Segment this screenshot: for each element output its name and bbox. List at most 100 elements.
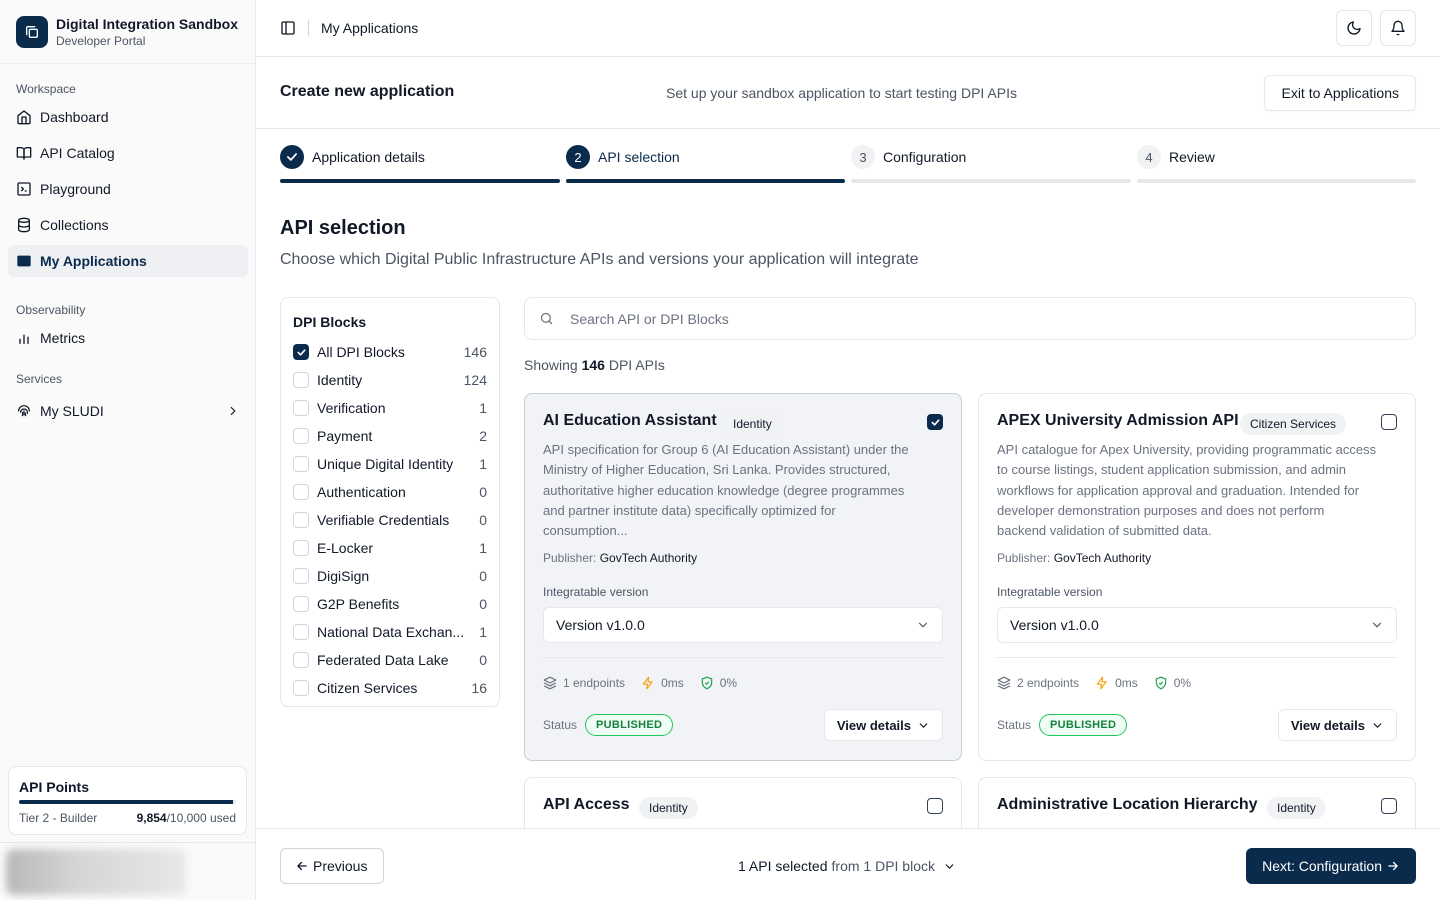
card-divider <box>997 657 1397 658</box>
api-status: Status PUBLISHED <box>543 714 674 736</box>
filter-checkbox[interactable] <box>293 456 309 472</box>
filter-label: E-Locker <box>317 540 374 556</box>
sidebar-item-api-catalog[interactable]: API Catalog <box>8 137 248 169</box>
filter-option[interactable]: Citizen Services 16 <box>293 674 487 702</box>
filter-label: Authentication <box>317 484 406 500</box>
filter-title: DPI Blocks <box>293 314 367 330</box>
moon-icon <box>1346 20 1362 36</box>
sidebar-item-collections[interactable]: Collections <box>8 209 248 241</box>
api-select-checkbox[interactable] <box>1381 798 1397 814</box>
view-details-button[interactable]: View details <box>1277 709 1397 741</box>
next-configuration-button[interactable]: Next: Configuration <box>1246 848 1416 884</box>
filter-option[interactable]: National Data Exchan... 1 <box>293 618 487 646</box>
filter-option[interactable]: E-Locker 1 <box>293 534 487 562</box>
search-input[interactable] <box>570 310 1370 327</box>
api-stats: 2 endpoints 0ms 0% <box>997 676 1207 690</box>
version-select[interactable]: Version v1.0.0 <box>543 607 943 643</box>
filter-checkbox[interactable] <box>293 680 309 696</box>
filter-option[interactable]: All DPI Blocks 146 <box>293 338 487 366</box>
step-progress-bar <box>851 179 1131 183</box>
breadcrumb[interactable]: My Applications <box>321 20 418 36</box>
brand-subtitle: Developer Portal <box>56 33 146 48</box>
section-description: Choose which Digital Public Infrastructu… <box>280 251 919 268</box>
filter-checkbox[interactable] <box>293 344 309 360</box>
sidebar-item-label: Collections <box>40 217 109 233</box>
selection-summary[interactable]: 1 API selected from 1 DPI block <box>738 858 956 874</box>
filter-count: 146 <box>463 344 487 360</box>
api-points-usage: 9,854/10,000 used <box>136 811 236 825</box>
filter-checkbox[interactable] <box>293 652 309 668</box>
notifications-button[interactable] <box>1380 10 1416 46</box>
filter-option[interactable]: Federated Data Lake 0 <box>293 646 487 674</box>
filter-option[interactable]: Authentication 0 <box>293 478 487 506</box>
filter-checkbox[interactable] <box>293 512 309 528</box>
sidebar-toggle-icon[interactable] <box>280 20 296 36</box>
filter-option[interactable]: Unique Digital Identity 1 <box>293 450 487 478</box>
api-points-card: API Points Tier 2 - Builder 9,854/10,000… <box>8 766 247 835</box>
filter-label: Federated Data Lake <box>317 652 449 668</box>
step-application-details[interactable]: Application details <box>280 145 560 183</box>
app-window-icon <box>16 253 32 269</box>
version-select[interactable]: Version v1.0.0 <box>997 607 1397 643</box>
view-details-button[interactable]: View details <box>823 709 943 741</box>
api-card-ai-education-assistant[interactable]: AI Education Assistant Identity API spec… <box>524 393 962 761</box>
filter-option[interactable]: Identity 124 <box>293 366 487 394</box>
filter-checkbox[interactable] <box>293 372 309 388</box>
sidebar-item-my-sludi[interactable]: My SLUDI <box>8 395 248 427</box>
sidebar-item-metrics[interactable]: Metrics <box>8 322 248 354</box>
filter-option[interactable]: G2P Benefits 0 <box>293 590 487 618</box>
nav-group-workspace: Workspace <box>16 82 76 96</box>
step-configuration[interactable]: 3 Configuration <box>851 145 1131 183</box>
api-select-checkbox[interactable] <box>1381 414 1397 430</box>
filter-checkbox[interactable] <box>293 624 309 640</box>
chevron-down-icon <box>935 860 956 873</box>
wizard-footer: Previous 1 API selected from 1 DPI block… <box>256 828 1440 900</box>
api-select-checkbox[interactable] <box>927 414 943 430</box>
filter-checkbox[interactable] <box>293 568 309 584</box>
section-title: API selection <box>280 217 406 239</box>
filter-label: National Data Exchan... <box>317 624 465 640</box>
bar-chart-icon <box>16 330 32 346</box>
version-value: Version v1.0.0 <box>1010 617 1099 633</box>
step-number: 3 <box>851 145 875 169</box>
filter-checkbox[interactable] <box>293 596 309 612</box>
filter-option[interactable]: Verification 1 <box>293 394 487 422</box>
filter-option[interactable]: Payment 2 <box>293 422 487 450</box>
version-label: Integratable version <box>543 585 649 599</box>
filter-option[interactable]: DigiSign 0 <box>293 562 487 590</box>
theme-toggle-button[interactable] <box>1336 10 1372 46</box>
filter-option[interactable]: Verifiable Credentials 0 <box>293 506 487 534</box>
brand[interactable]: Digital Integration Sandbox Developer Po… <box>0 0 255 64</box>
filter-label: Verifiable Credentials <box>317 512 450 528</box>
step-review[interactable]: 4 Review <box>1137 145 1416 183</box>
filter-count: 0 <box>479 484 487 500</box>
filter-checkbox[interactable] <box>293 428 309 444</box>
filter-checkbox[interactable] <box>293 540 309 556</box>
status-badge: PUBLISHED <box>1039 714 1128 736</box>
uptime-stat: 0% <box>700 676 737 690</box>
topbar-divider <box>308 20 309 36</box>
exit-to-applications-button[interactable]: Exit to Applications <box>1264 75 1416 111</box>
filter-checkbox[interactable] <box>293 484 309 500</box>
step-api-selection[interactable]: 2 API selection <box>566 145 845 183</box>
chevron-down-icon <box>916 618 930 632</box>
filter-checkbox[interactable] <box>293 400 309 416</box>
search-box <box>524 297 1416 340</box>
sidebar-item-dashboard[interactable]: Dashboard <box>8 101 248 133</box>
api-name: AI Education Assistant <box>543 412 717 429</box>
latency-stat: 0ms <box>1095 676 1138 690</box>
filter-label: Payment <box>317 428 373 444</box>
previous-button[interactable]: Previous <box>280 848 385 884</box>
api-name: Administrative Location Hierarchy <box>997 796 1258 813</box>
user-profile[interactable] <box>0 842 256 900</box>
sidebar-item-playground[interactable]: Playground <box>8 173 248 205</box>
sidebar-item-my-applications[interactable]: My Applications <box>8 245 248 277</box>
bell-icon <box>1390 20 1406 36</box>
results-count: Showing 146 DPI APIs <box>524 357 665 373</box>
api-select-checkbox[interactable] <box>927 798 943 814</box>
filter-count: 0 <box>479 596 487 612</box>
topbar: My Applications <box>256 0 1440 57</box>
check-icon <box>280 145 304 169</box>
step-label: API selection <box>598 149 680 165</box>
api-card-apex-university-admission[interactable]: APEX University Admission API Citizen Se… <box>978 393 1416 761</box>
